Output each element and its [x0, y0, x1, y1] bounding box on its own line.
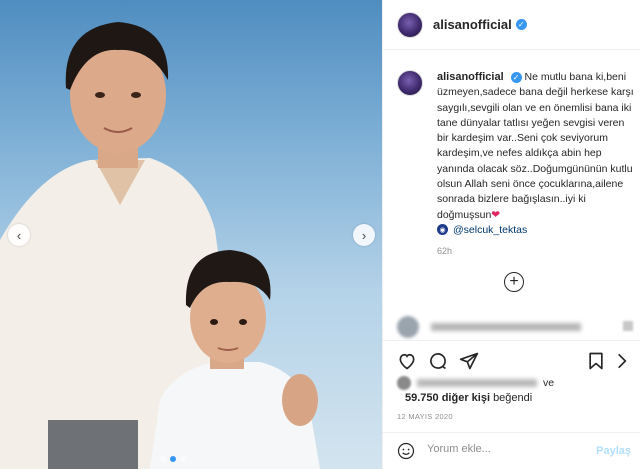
- comment-avatar: [397, 316, 419, 338]
- caption-text: Ne mutlu bana ki,beni üzmeyen,sadece ban…: [437, 71, 634, 221]
- comment-like-icon[interactable]: [623, 321, 633, 331]
- avatar[interactable]: [397, 11, 423, 38]
- carousel-dot: [160, 456, 166, 462]
- caption-text-block: alisanofficial ✓ Ne mutlu bana ki,beni ü…: [437, 70, 637, 223]
- blurred-liker-name: [417, 379, 537, 387]
- tagged-user-row: ◉ @selcuk_tektas: [437, 224, 637, 236]
- plus-circle-icon: +: [509, 273, 519, 290]
- carousel-indicator: [160, 456, 186, 462]
- verified-badge-icon: ✓: [515, 19, 527, 30]
- verified-badge-icon: ✓: [510, 72, 522, 84]
- caption-avatar[interactable]: [397, 70, 423, 96]
- tagged-user-link[interactable]: @selcuk_tektas: [453, 224, 527, 236]
- post-comment-button[interactable]: Paylaş: [596, 445, 631, 457]
- load-more-comments-button[interactable]: +: [504, 272, 524, 292]
- carousel-next-button[interactable]: ›: [353, 224, 375, 246]
- chevron-right-icon: ›: [361, 227, 367, 243]
- caption-time: 62h: [437, 245, 453, 256]
- smiley-icon[interactable]: [397, 442, 415, 460]
- heart-icon: [399, 353, 415, 370]
- post-date: 12 MAYIS 2020: [397, 412, 453, 421]
- chevron-left-icon: ‹: [16, 227, 22, 243]
- caption-username[interactable]: alisanofficial: [437, 71, 504, 83]
- like-button[interactable]: [397, 351, 417, 371]
- blurred-comment-text: [431, 323, 581, 331]
- more-button[interactable]: [612, 351, 632, 371]
- comment-input[interactable]: [427, 443, 587, 455]
- post-header: alisanofficial ✓: [383, 0, 640, 50]
- chevron-right-icon: [618, 353, 627, 369]
- comment-bar: Paylaş: [383, 432, 640, 469]
- likes-and-text: ve: [543, 377, 555, 389]
- likes-count-row: 59.750 diğer kişi beğendi: [405, 392, 532, 404]
- tag-icon: ◉: [437, 224, 448, 236]
- liked-by-row: ve: [397, 376, 554, 390]
- comment-icon: [430, 353, 446, 370]
- share-button[interactable]: [459, 351, 479, 371]
- carousel-dot: [180, 456, 186, 462]
- save-button[interactable]: [586, 351, 606, 371]
- post-sidebar: alisanofficial ✓ alisanofficial ✓ Ne mut…: [382, 0, 640, 469]
- likes-count[interactable]: 59.750 diğer kişi: [405, 392, 490, 404]
- photo-illustration: [0, 22, 320, 469]
- paper-plane-icon: [459, 352, 479, 370]
- liker-avatar: [397, 376, 411, 390]
- caption-comment: alisanofficial ✓ Ne mutlu bana ki,beni ü…: [397, 70, 637, 256]
- carousel-dot-active: [170, 456, 176, 462]
- blurred-comment: [397, 316, 637, 338]
- comment-button[interactable]: [428, 351, 448, 371]
- header-username[interactable]: alisanofficial: [433, 17, 512, 32]
- heart-emoji: ❤: [491, 208, 501, 221]
- bookmark-icon: [589, 352, 603, 370]
- carousel-prev-button[interactable]: ‹: [8, 224, 30, 246]
- likes-suffix: beğendi: [493, 392, 533, 404]
- post-photo[interactable]: ‹ ›: [0, 0, 382, 469]
- action-bar: [383, 340, 640, 380]
